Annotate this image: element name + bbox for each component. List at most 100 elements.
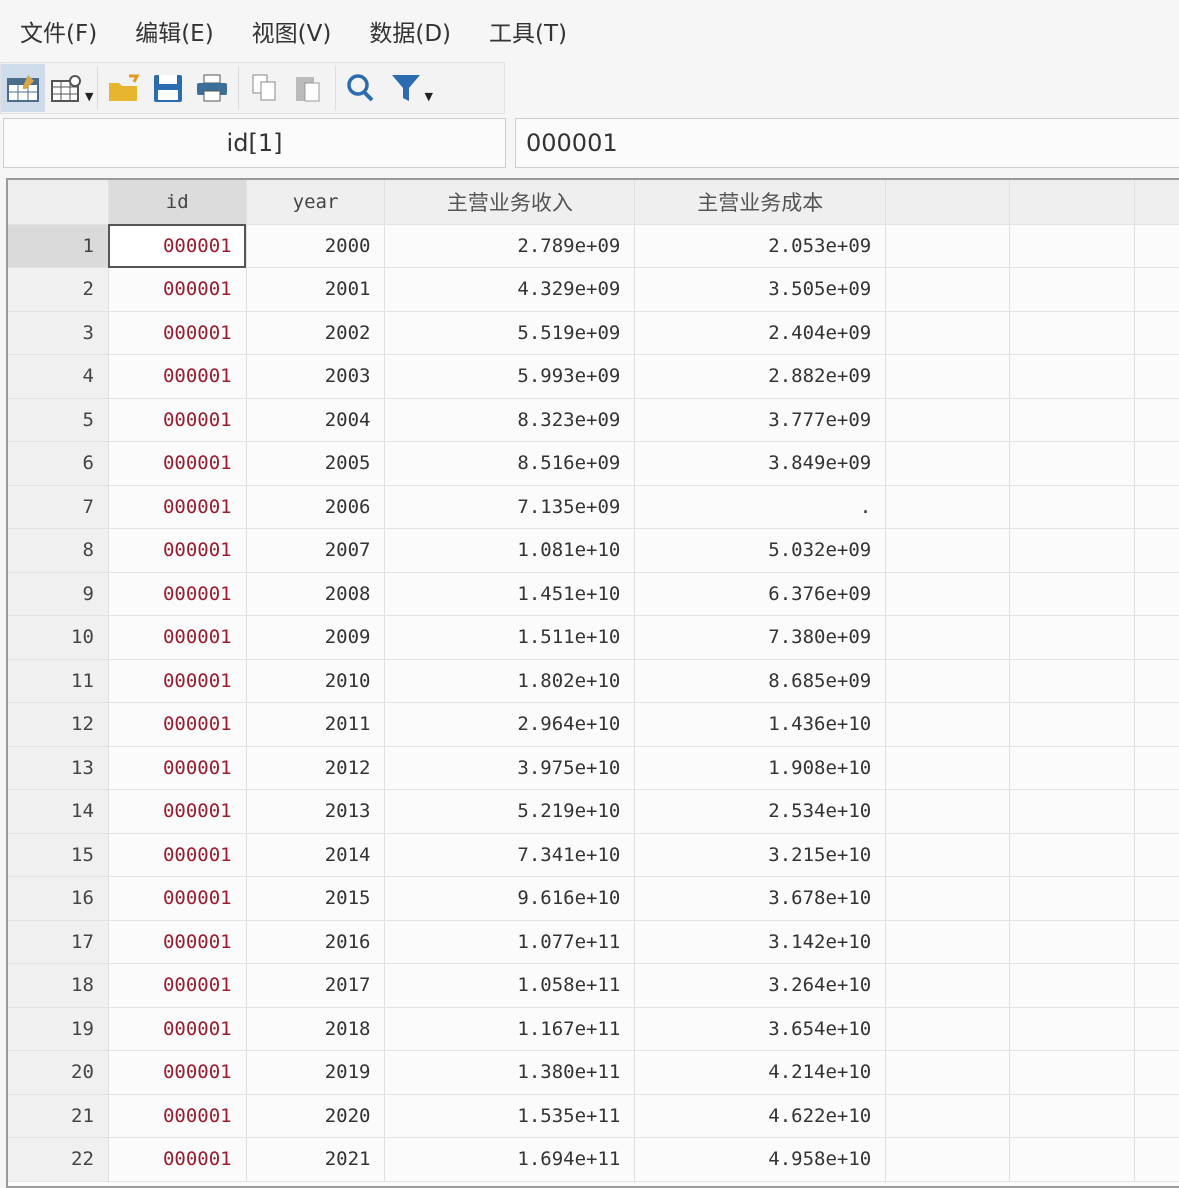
cost-cell[interactable]: 2.053e+09	[634, 224, 887, 268]
empty-cell[interactable]	[1134, 398, 1179, 442]
empty-cell[interactable]	[1009, 1094, 1135, 1138]
empty-cell[interactable]	[1134, 354, 1179, 399]
row-number[interactable]: 7	[8, 485, 109, 529]
empty-cell[interactable]	[1134, 702, 1179, 747]
year-cell[interactable]: 2001	[246, 267, 386, 312]
copy-button[interactable]	[243, 64, 287, 112]
cost-cell[interactable]: 1.908e+10	[634, 746, 887, 790]
empty-cell[interactable]	[885, 876, 1011, 921]
year-cell[interactable]: 2009	[246, 615, 386, 660]
year-cell[interactable]: 2012	[246, 746, 386, 790]
year-cell[interactable]: 2003	[246, 354, 386, 399]
revenue-cell[interactable]: 9.616e+10	[384, 876, 636, 921]
row-number[interactable]: 16	[8, 876, 109, 921]
revenue-cell[interactable]: 1.694e+11	[384, 1137, 636, 1182]
year-cell[interactable]: 2018	[246, 1007, 386, 1051]
revenue-cell[interactable]: 5.519e+09	[384, 311, 636, 355]
column-header-empty[interactable]	[1134, 180, 1179, 225]
empty-cell[interactable]	[1009, 485, 1135, 529]
cost-cell[interactable]: 3.678e+10	[634, 876, 887, 921]
id-cell[interactable]: 000001	[108, 876, 247, 921]
menu-view[interactable]: 视图(V)	[252, 14, 332, 48]
revenue-cell[interactable]: 7.341e+10	[384, 833, 636, 877]
empty-cell[interactable]	[1009, 659, 1135, 703]
id-cell[interactable]: 000001	[108, 441, 247, 486]
cost-cell[interactable]: 4.214e+10	[634, 1050, 887, 1095]
column-header-empty[interactable]	[885, 180, 1011, 225]
column-header-cost[interactable]: 主营业务成本	[634, 180, 887, 225]
empty-cell[interactable]	[1134, 833, 1179, 877]
year-cell[interactable]: 2005	[246, 441, 386, 486]
empty-cell[interactable]	[1134, 572, 1179, 616]
id-cell[interactable]: 000001	[108, 615, 247, 660]
open-button[interactable]	[102, 64, 146, 112]
cost-cell[interactable]: 5.032e+09	[634, 528, 887, 573]
id-cell[interactable]: 000001	[108, 746, 247, 790]
revenue-cell[interactable]: 5.993e+09	[384, 354, 636, 399]
revenue-cell[interactable]: 1.802e+10	[384, 659, 636, 703]
row-number[interactable]: 2	[8, 267, 109, 312]
column-header-revenue[interactable]: 主营业务收入	[384, 180, 636, 225]
empty-cell[interactable]	[885, 1094, 1011, 1138]
empty-cell[interactable]	[885, 398, 1011, 442]
year-cell[interactable]: 2008	[246, 572, 386, 616]
empty-cell[interactable]	[1134, 441, 1179, 486]
empty-cell[interactable]	[1009, 1137, 1135, 1182]
id-cell[interactable]: 000001	[108, 789, 247, 834]
menu-file[interactable]: 文件(F)	[20, 14, 97, 48]
empty-cell[interactable]	[1134, 528, 1179, 573]
year-cell[interactable]: 2011	[246, 702, 386, 747]
empty-cell[interactable]	[1009, 398, 1135, 442]
empty-cell[interactable]	[885, 572, 1011, 616]
row-number[interactable]: 13	[8, 746, 109, 790]
revenue-cell[interactable]: 3.975e+10	[384, 746, 636, 790]
empty-cell[interactable]	[885, 528, 1011, 573]
revenue-cell[interactable]: 1.535e+11	[384, 1094, 636, 1138]
id-cell[interactable]: 000001	[108, 833, 247, 877]
empty-cell[interactable]	[885, 702, 1011, 747]
empty-cell[interactable]	[885, 485, 1011, 529]
cost-cell[interactable]: 3.215e+10	[634, 833, 887, 877]
empty-cell[interactable]	[1009, 1050, 1135, 1095]
row-number[interactable]: 10	[8, 615, 109, 660]
empty-cell[interactable]	[1134, 485, 1179, 529]
empty-cell[interactable]	[885, 615, 1011, 660]
empty-cell[interactable]	[885, 441, 1011, 486]
year-cell[interactable]: 2006	[246, 485, 386, 529]
empty-cell[interactable]	[885, 963, 1011, 1008]
edit-mode-button[interactable]	[1, 64, 45, 112]
empty-cell[interactable]	[1009, 876, 1135, 921]
id-cell[interactable]: 000001	[108, 1094, 247, 1138]
cost-cell[interactable]: 4.622e+10	[634, 1094, 887, 1138]
cost-cell[interactable]: 3.505e+09	[634, 267, 887, 312]
row-number[interactable]: 19	[8, 1007, 109, 1051]
empty-cell[interactable]	[1009, 1007, 1135, 1051]
row-number[interactable]: 8	[8, 528, 109, 573]
revenue-cell[interactable]: 1.511e+10	[384, 615, 636, 660]
cell-value-input[interactable]: 000001	[515, 118, 1179, 168]
empty-cell[interactable]	[1009, 528, 1135, 573]
empty-cell[interactable]	[1134, 1050, 1179, 1095]
year-cell[interactable]: 2020	[246, 1094, 386, 1138]
empty-cell[interactable]	[1009, 702, 1135, 747]
row-number[interactable]: 3	[8, 311, 109, 355]
id-cell[interactable]: 000001	[108, 354, 247, 399]
cost-cell[interactable]: 4.958e+10	[634, 1137, 887, 1182]
browse-mode-button[interactable]	[45, 64, 89, 112]
empty-cell[interactable]	[1009, 267, 1135, 312]
id-cell[interactable]: 000001	[108, 963, 247, 1008]
empty-cell[interactable]	[885, 1137, 1011, 1182]
empty-cell[interactable]	[1134, 224, 1179, 268]
row-number[interactable]: 11	[8, 659, 109, 703]
revenue-cell[interactable]: 1.058e+11	[384, 963, 636, 1008]
empty-cell[interactable]	[1009, 789, 1135, 834]
empty-cell[interactable]	[1009, 311, 1135, 355]
menu-tools[interactable]: 工具(T)	[489, 14, 567, 48]
empty-cell[interactable]	[885, 354, 1011, 399]
empty-cell[interactable]	[885, 920, 1011, 964]
id-cell[interactable]: 000001	[108, 1007, 247, 1051]
year-cell[interactable]: 2014	[246, 833, 386, 877]
empty-cell[interactable]	[1134, 615, 1179, 660]
empty-cell[interactable]	[1134, 659, 1179, 703]
id-cell[interactable]: 000001	[108, 224, 247, 268]
